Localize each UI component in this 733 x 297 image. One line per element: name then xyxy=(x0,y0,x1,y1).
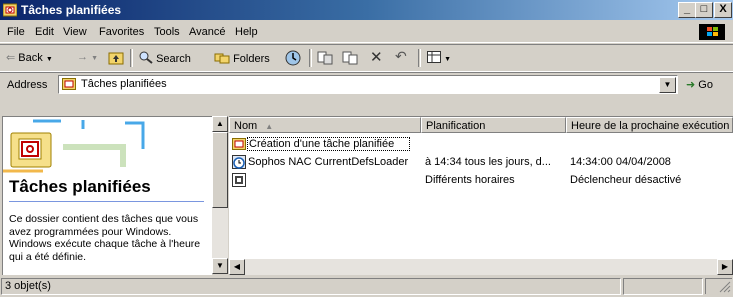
window-title: Tâches planifiées xyxy=(21,3,122,17)
chevron-down-icon: ▼ xyxy=(444,56,451,63)
scroll-thumb[interactable] xyxy=(212,132,228,208)
scroll-left-button[interactable]: ◀ xyxy=(229,259,245,275)
delete-icon[interactable]: ✕ xyxy=(370,48,383,66)
resize-grip[interactable] xyxy=(705,278,732,294)
resize-grip-icon xyxy=(719,281,731,293)
toolbar-separator xyxy=(309,49,312,67)
address-label: Address xyxy=(7,79,48,91)
scheduled-tasks-icon xyxy=(62,78,76,90)
chevron-down-icon: ▼ xyxy=(45,56,53,63)
menu-avance[interactable]: Avancé xyxy=(189,26,226,38)
list-item[interactable]: Différents horaires Déclencheur désactiv… xyxy=(229,172,733,189)
back-button[interactable]: ⇐ Back ▼ xyxy=(6,51,53,64)
task-schedule: Différents horaires xyxy=(425,174,515,186)
toolbar-separator xyxy=(130,49,133,67)
folders-button[interactable]: Folders xyxy=(214,51,270,65)
up-folder-icon[interactable] xyxy=(108,50,124,65)
object-count: 3 objet(s) xyxy=(5,280,51,292)
menu-help[interactable]: Help xyxy=(235,26,258,38)
search-button[interactable]: Search xyxy=(139,51,191,65)
task-list: Nom ▲ Planification Heure de la prochaine… xyxy=(229,116,733,260)
address-bar: Address Tâches planifiées ▼ ➜ Go xyxy=(0,72,733,95)
address-dropdown-button[interactable]: ▼ xyxy=(659,77,676,93)
scroll-right-button[interactable]: ▶ xyxy=(717,259,733,275)
list-item[interactable]: Création d'une tâche planifiée xyxy=(229,136,733,153)
task-pane-title: Tâches planifiées xyxy=(9,177,151,196)
scheduled-tasks-icon xyxy=(3,3,17,17)
task-schedule: à 14:34 tous les jours, d... xyxy=(425,156,551,168)
copy-to-icon[interactable] xyxy=(342,50,359,66)
address-value: Tâches planifiées xyxy=(81,78,167,90)
sort-ascending-icon: ▲ xyxy=(265,122,274,131)
maximize-button[interactable]: □ xyxy=(695,2,713,18)
menu-favorites[interactable]: Favorites xyxy=(99,26,144,38)
go-button[interactable]: ➜ Go xyxy=(686,78,713,91)
list-horizontal-scrollbar[interactable]: ◀ ▶ xyxy=(229,259,733,275)
column-header-nom[interactable]: Nom ▲ xyxy=(229,117,421,133)
task-pane-divider xyxy=(9,201,204,202)
back-arrow-icon: ⇐ xyxy=(6,52,16,64)
status-bar: 3 objet(s) xyxy=(0,277,733,295)
scheduled-task-clock-icon xyxy=(232,155,246,169)
task-name: Sophos NAC CurrentDefsLoader xyxy=(248,156,409,168)
menu-edit[interactable]: Edit xyxy=(35,26,54,38)
status-panel-count: 3 objet(s) xyxy=(1,278,621,295)
folder-banner-graphic xyxy=(3,117,212,173)
address-input[interactable]: Tâches planifiées ▼ xyxy=(58,75,678,94)
column-header-next-run[interactable]: Heure de la prochaine exécution xyxy=(566,117,733,133)
views-button[interactable]: ▼ xyxy=(427,51,451,64)
close-button[interactable]: X xyxy=(714,2,732,18)
title-bar[interactable]: Tâches planifiées _ □ X xyxy=(0,0,733,20)
scheduled-task-icon xyxy=(232,173,246,187)
windows-logo-icon xyxy=(699,24,725,40)
explorer-window: Tâches planifiées _ □ X File Edit View F… xyxy=(0,0,733,295)
chevron-down-icon: ▼ xyxy=(91,55,98,62)
task-pane-description: Ce dossier contient des tâches que vous … xyxy=(9,213,201,263)
menu-file[interactable]: File xyxy=(7,26,25,38)
task-name: Création d'une tâche planifiée xyxy=(247,137,410,151)
new-task-icon xyxy=(232,138,246,150)
menu-tools[interactable]: Tools xyxy=(154,26,180,38)
forward-button[interactable]: → ▼ xyxy=(77,51,98,63)
task-pane-scrollbar[interactable]: ▲ ▼ xyxy=(212,116,228,274)
menu-bar: File Edit View Favorites Tools Avancé He… xyxy=(0,22,733,43)
views-icon xyxy=(427,51,441,63)
toolbar-separator xyxy=(418,49,421,67)
scroll-down-button[interactable]: ▼ xyxy=(212,258,228,274)
scroll-up-button[interactable]: ▲ xyxy=(212,116,228,132)
column-header-planification[interactable]: Planification xyxy=(421,117,566,133)
task-pane: Tâches planifiées Ce dossier contient de… xyxy=(2,116,212,275)
task-next-run: Déclencheur désactivé xyxy=(570,174,682,186)
undo-icon[interactable]: ↶ xyxy=(395,48,407,65)
minimize-button[interactable]: _ xyxy=(678,2,696,18)
menu-view[interactable]: View xyxy=(63,26,87,38)
search-icon xyxy=(139,51,153,64)
go-arrow-icon: ➜ xyxy=(686,79,696,91)
task-next-run: 14:34:00 04/04/2008 xyxy=(570,156,671,168)
status-panel xyxy=(623,278,703,295)
history-icon[interactable] xyxy=(285,50,302,66)
move-to-icon[interactable] xyxy=(317,50,334,66)
list-item[interactable]: Sophos NAC CurrentDefsLoader à 14:34 tou… xyxy=(229,154,733,171)
toolbar: ⇐ Back ▼ → ▼ Search Folders ✕ ↶ ▼ xyxy=(0,44,733,72)
folders-icon xyxy=(214,53,230,64)
